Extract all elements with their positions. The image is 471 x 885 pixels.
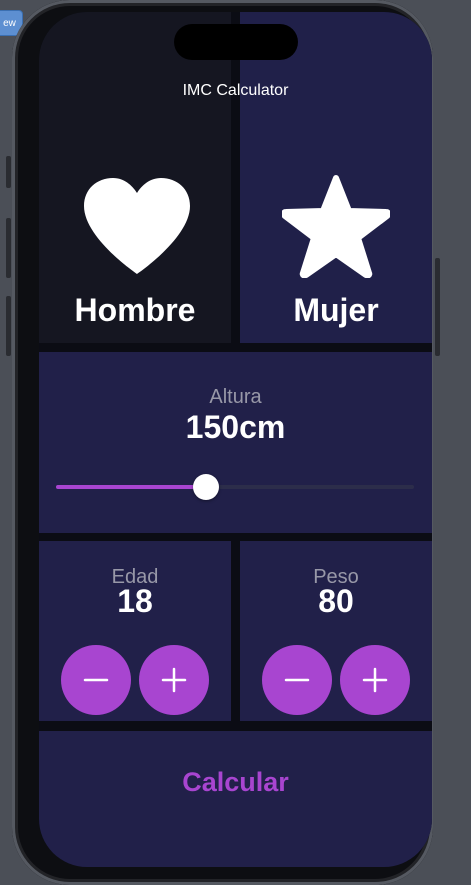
- weight-decrement-button[interactable]: [262, 645, 332, 715]
- age-decrement-button[interactable]: [61, 645, 131, 715]
- app-screen: Hombre Mujer IMC Calculator Altura 150cm…: [39, 12, 432, 867]
- dynamic-island: [174, 24, 298, 60]
- gender-label-female: Mujer: [293, 292, 379, 328]
- minus-icon: [284, 678, 310, 682]
- minus-icon: [83, 678, 109, 682]
- calculate-button[interactable]: Calcular: [39, 731, 432, 867]
- height-value: 150cm: [185, 409, 286, 445]
- height-slider[interactable]: [56, 485, 414, 489]
- gender-card-male[interactable]: Hombre: [39, 12, 231, 343]
- plus-icon: [161, 667, 187, 693]
- volume-up-button: [6, 218, 11, 278]
- height-card: Altura 150cm: [39, 352, 432, 533]
- age-value: 18: [117, 583, 153, 619]
- gender-label-male: Hombre: [74, 292, 196, 328]
- device-frame: Hombre Mujer IMC Calculator Altura 150cm…: [12, 0, 433, 885]
- calculate-label: Calcular: [182, 767, 289, 797]
- age-card: Edad 18: [39, 541, 231, 721]
- weight-increment-button[interactable]: [340, 645, 410, 715]
- gender-card-female[interactable]: Mujer: [240, 12, 432, 343]
- volume-down-button: [6, 296, 11, 356]
- weight-value: 80: [318, 583, 354, 619]
- power-button: [435, 258, 440, 356]
- star-icon: [282, 175, 390, 278]
- weight-card: Peso 80: [240, 541, 432, 721]
- mute-switch: [6, 156, 11, 188]
- plus-icon: [362, 667, 388, 693]
- heart-icon: [84, 178, 190, 274]
- height-label: Altura: [209, 386, 262, 408]
- preview-tab-label: ew: [3, 18, 16, 29]
- app-title: IMC Calculator: [182, 82, 289, 99]
- height-slider-fill: [56, 485, 207, 489]
- age-increment-button[interactable]: [139, 645, 209, 715]
